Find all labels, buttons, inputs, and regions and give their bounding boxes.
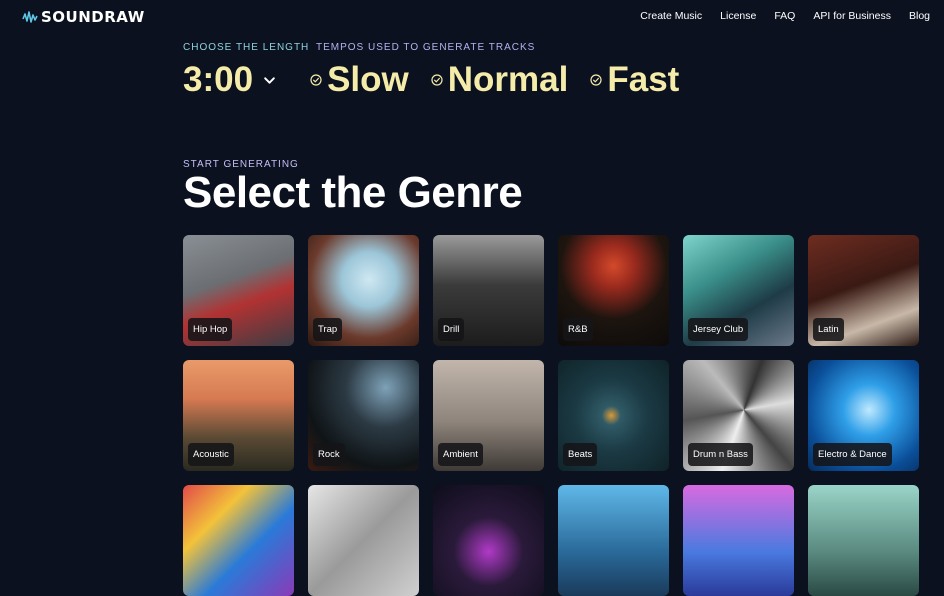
tempo-length-row: 3:00 Slow Normal Fast [183,60,701,100]
length-dropdown[interactable]: 3:00 [183,60,310,100]
genre-tile-trap[interactable]: Trap [308,235,419,346]
tempo-fast-label: Fast [607,60,680,99]
genre-label: Electro & Dance [813,443,892,466]
genre-tile-beats[interactable]: Beats [558,360,669,471]
check-circle-icon [431,74,443,86]
genre-label: R&B [563,318,593,341]
check-circle-icon [590,74,602,86]
check-circle-icon [310,74,322,86]
top-nav: Create Music License FAQ API for Busines… [640,10,930,22]
brand-logo[interactable]: SOUNDRAW [22,8,145,26]
genre-label: Jersey Club [688,318,749,341]
genre-tile-acoustic[interactable]: Acoustic [183,360,294,471]
genre-tile-electro-dance[interactable]: Electro & Dance [808,360,919,471]
tempo-normal-label: Normal [447,60,569,99]
length-value: 3:00 [183,60,254,99]
genre-label: Trap [313,318,343,341]
genre-tile-row3-2[interactable] [308,485,419,596]
nav-blog[interactable]: Blog [909,10,930,22]
genre-tile-ambient[interactable]: Ambient [433,360,544,471]
soundwave-logo-icon [22,11,38,23]
genre-tile-row3-1[interactable] [183,485,294,596]
genre-tile-jersey-club[interactable]: Jersey Club [683,235,794,346]
genre-tile-drum-n-bass[interactable]: Drum n Bass [683,360,794,471]
genre-label: Ambient [438,443,483,466]
nav-license[interactable]: License [720,10,756,22]
nav-faq[interactable]: FAQ [774,10,795,22]
genre-label: Hip Hop [188,318,233,341]
brand-name: SOUNDRAW [41,8,145,26]
genre-tile-row3-4[interactable] [558,485,669,596]
genre-section-title: Select the Genre [183,168,523,217]
genre-tile-drill[interactable]: Drill [433,235,544,346]
genre-tile-row3-6[interactable] [808,485,919,596]
tempo-slow-toggle[interactable]: Slow [310,60,409,100]
genre-label: Acoustic [188,443,234,466]
genre-tile-latin[interactable]: Latin [808,235,919,346]
genre-label: Drill [438,318,465,341]
tempo-normal-toggle[interactable]: Normal [431,60,569,100]
tempo-slow-label: Slow [327,60,409,99]
genre-tile-row3-3[interactable] [433,485,544,596]
length-heading: CHOOSE THE LENGTH [183,42,310,53]
genre-label: Beats [563,443,598,466]
nav-api-for-business[interactable]: API for Business [813,10,891,22]
genre-label: Drum n Bass [688,443,753,466]
tempos-heading: TEMPOS USED TO GENERATE TRACKS [316,42,536,53]
genre-label: Rock [313,443,345,466]
genre-grid: Hip Hop Trap Drill R&B Jersey Club Latin… [183,235,919,596]
genre-tile-row3-5[interactable] [683,485,794,596]
chevron-down-icon [264,76,275,84]
tempo-fast-toggle[interactable]: Fast [590,60,679,100]
genre-tile-rnb[interactable]: R&B [558,235,669,346]
nav-create-music[interactable]: Create Music [640,10,702,22]
genre-tile-rock[interactable]: Rock [308,360,419,471]
genre-label: Latin [813,318,844,341]
genre-tile-hip-hop[interactable]: Hip Hop [183,235,294,346]
